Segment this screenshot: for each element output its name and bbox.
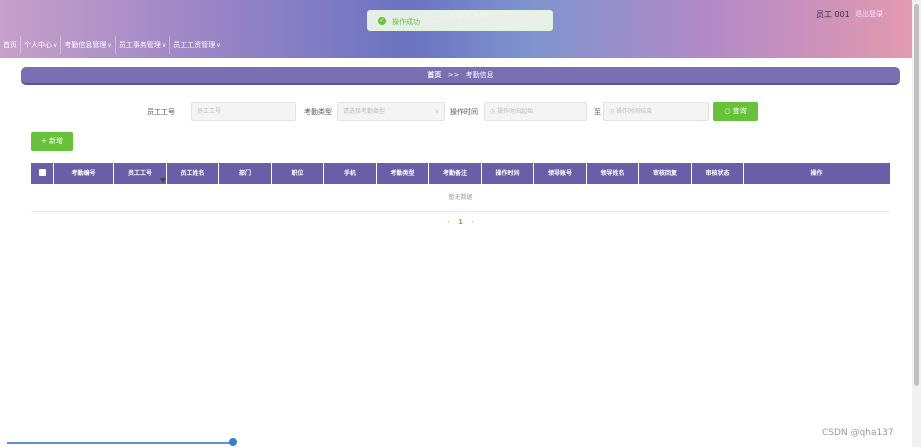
nav-item-personal-center[interactable]: 个人中心∨ <box>21 36 62 54</box>
attendance-type-select[interactable]: 请选择考勤类型 ∨ <box>337 102 445 121</box>
query-button[interactable]: ○ 查询 <box>713 102 758 121</box>
vertical-scrollbar-thumb[interactable] <box>914 4 919 386</box>
column-header: 审核回复 <box>639 163 692 184</box>
checkbox-icon <box>38 169 46 176</box>
column-header: 手机 <box>324 163 377 184</box>
page: 员工信息管理系统 员工 001 退出登录 ✓ 操作成功 首页 个人中心∨ 考勤信… <box>0 0 921 447</box>
column-header: 领导账号 <box>534 163 587 184</box>
to-label: 至 <box>594 108 601 116</box>
column-header: 操作 <box>810 170 823 177</box>
mouse-cursor-icon <box>160 178 166 183</box>
employee-id-label: 员工工号 <box>147 108 175 116</box>
column-header: 审核状态 <box>692 163 744 184</box>
nav-item-staff-affairs[interactable]: 员工事务管理∨ <box>116 36 171 54</box>
nav-item-attendance-management[interactable]: 考勤信息管理∨ <box>61 36 116 54</box>
employee-id-input[interactable]: 员工工号 <box>191 102 296 121</box>
end-time-input[interactable]: ◷ 操作时间结束 <box>603 102 709 121</box>
chevron-down-icon: ∨ <box>107 42 112 49</box>
column-header: 考勤编号 <box>54 163 114 184</box>
nav-item-salary-management[interactable]: 员工工资管理∨ <box>170 36 223 54</box>
pagination: ‹ 1 › <box>0 218 921 226</box>
start-time-placeholder: 操作时间起始 <box>497 108 534 115</box>
empty-table-message: 暂无数据 <box>31 184 890 212</box>
end-time-placeholder: 操作时间结束 <box>616 108 653 115</box>
breadcrumb-home[interactable]: 首页 <box>427 71 441 79</box>
horizontal-progress-line <box>7 442 233 444</box>
breadcrumb-separator: >> <box>447 71 460 79</box>
watermark: CSDN @qha137 <box>822 428 894 438</box>
breadcrumb: 首页 >> 考勤信息 <box>21 67 900 85</box>
column-header: 领导姓名 <box>587 163 639 184</box>
column-header: 操作时间 <box>482 163 534 184</box>
select-all-checkbox[interactable] <box>31 163 54 184</box>
main-nav: 首页 个人中心∨ 考勤信息管理∨ 员工事务管理∨ 员工工资管理∨ <box>0 36 224 54</box>
column-header: 部门 <box>219 163 272 184</box>
slider-handle[interactable] <box>229 438 237 446</box>
chevron-down-icon: ∨ <box>434 108 439 115</box>
logout-link[interactable]: 退出登录 <box>855 9 883 19</box>
toast-message: 操作成功 <box>392 18 420 26</box>
attendance-type-label: 考勤类型 <box>304 108 332 116</box>
check-circle-icon: ✓ <box>378 17 386 25</box>
search-icon: ○ <box>724 107 733 115</box>
chevron-down-icon: ∨ <box>216 42 221 49</box>
nav-item-home[interactable]: 首页 <box>0 36 21 54</box>
column-header: 职位 <box>272 163 324 184</box>
top-header: 员工信息管理系统 员工 001 退出登录 ✓ 操作成功 首页 个人中心∨ 考勤信… <box>0 0 912 58</box>
operation-time-label: 操作时间 <box>450 108 478 116</box>
column-header: 考勤备注 <box>429 163 482 184</box>
attendance-type-placeholder: 请选择考勤类型 <box>343 108 386 115</box>
success-toast: ✓ 操作成功 <box>367 10 553 31</box>
chevron-down-icon: ∨ <box>161 42 167 49</box>
chevron-down-icon: ∨ <box>53 42 58 49</box>
add-button[interactable]: + 新增 <box>31 132 73 151</box>
next-page-button[interactable]: › <box>471 218 474 226</box>
prev-page-button[interactable]: ‹ <box>447 218 450 226</box>
current-user-name: 员工 001 <box>816 10 850 19</box>
column-header: 考勤类型 <box>377 163 429 184</box>
column-header: 员工姓名 <box>167 163 219 184</box>
start-time-input[interactable]: ◷ 操作时间起始 <box>484 102 587 121</box>
page-number[interactable]: 1 <box>458 218 463 226</box>
breadcrumb-current: 考勤信息 <box>465 71 494 79</box>
